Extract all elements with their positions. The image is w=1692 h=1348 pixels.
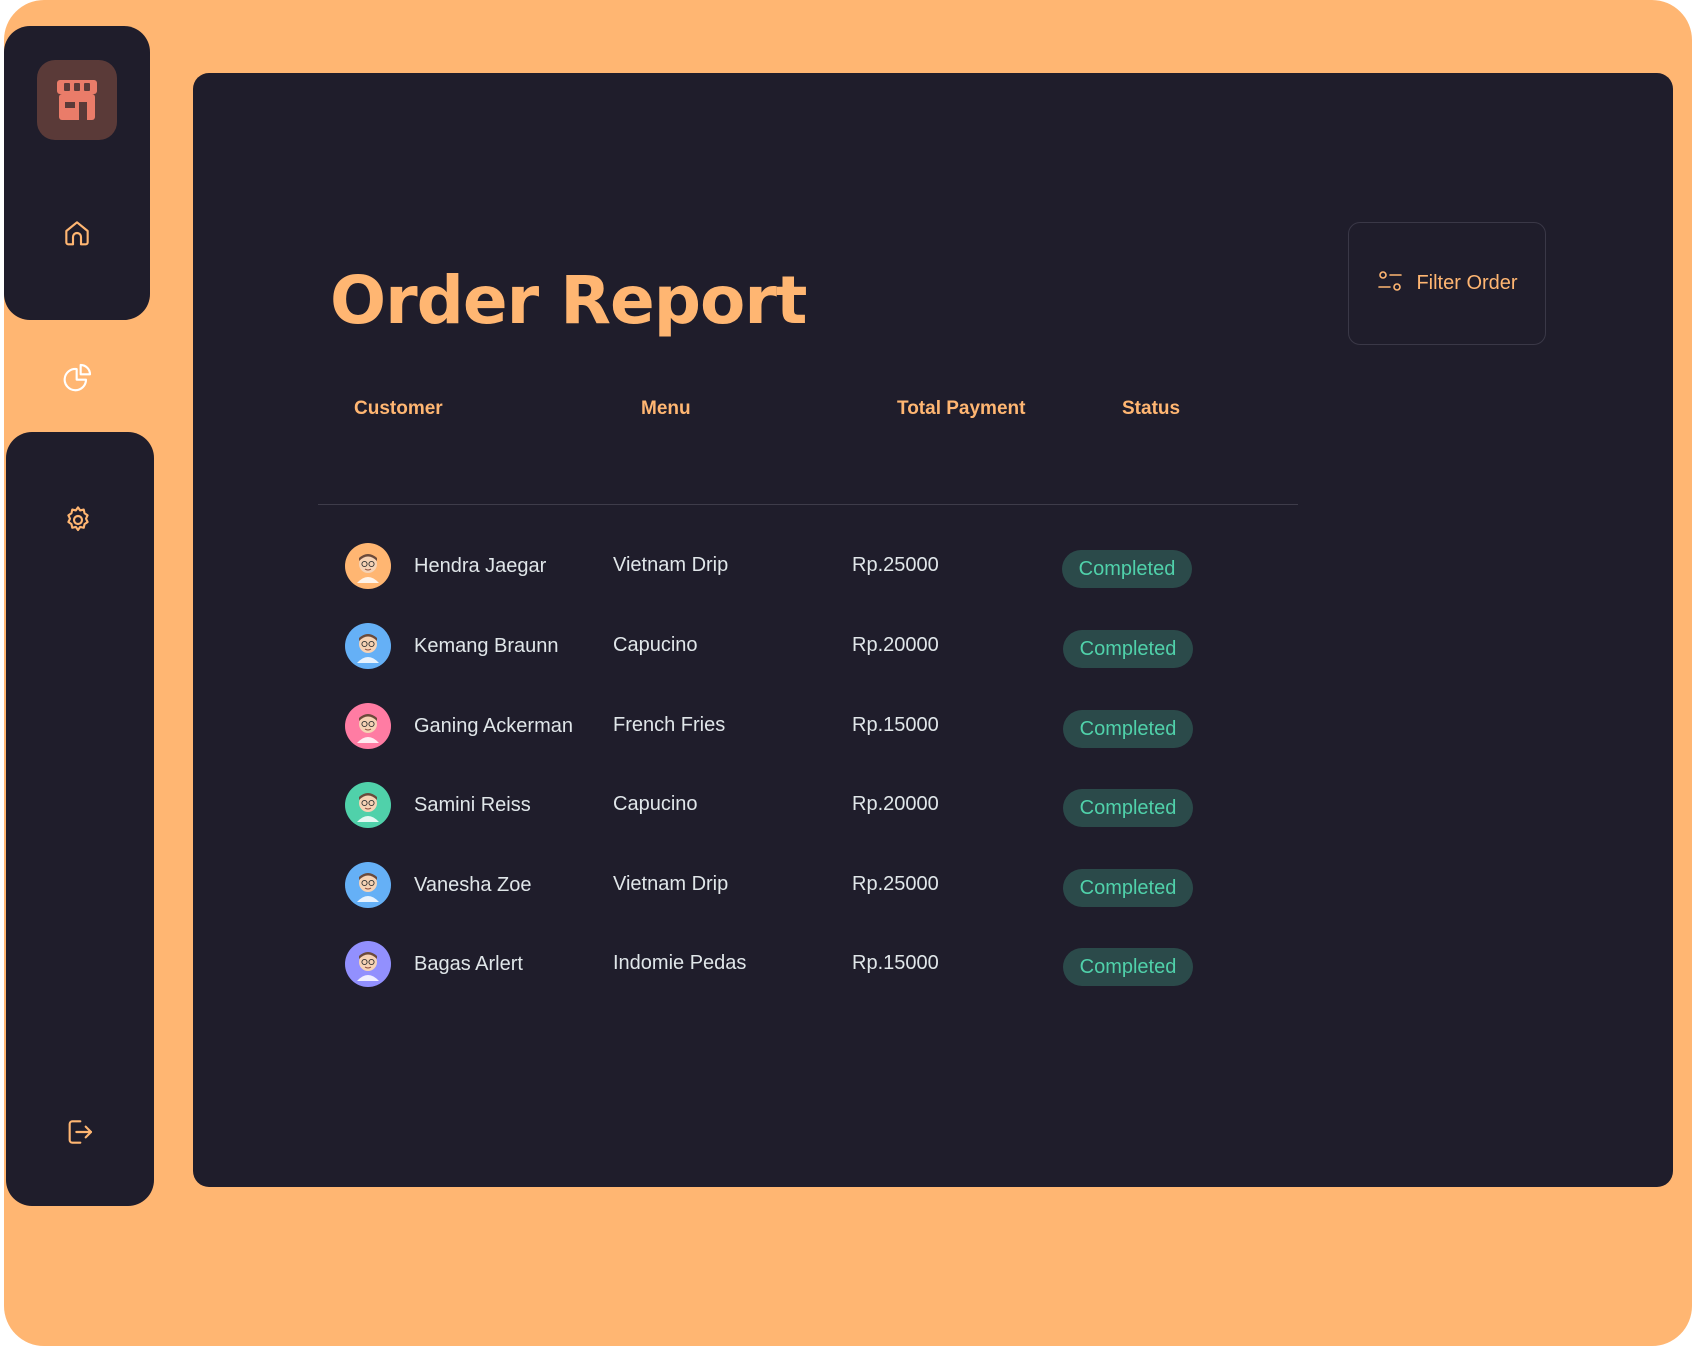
total-payment: Rp.20000 — [852, 793, 939, 815]
store-logo-icon[interactable] — [37, 60, 117, 140]
menu-item: Capucino — [613, 793, 698, 815]
customer-name: Ganing Ackerman — [414, 715, 573, 737]
total-payment: Rp.15000 — [852, 714, 939, 736]
total-payment: Rp.25000 — [852, 873, 939, 895]
table-row[interactable]: Bagas Arlert Indomie Pedas Rp.15000 Complet… — [0, 935, 1692, 995]
table-divider — [318, 504, 1298, 505]
table-row[interactable]: Samini Reiss Capucino Rp.20000 Completed — [0, 776, 1692, 836]
total-payment: Rp.25000 — [852, 554, 939, 576]
status-badge: Completed — [1063, 948, 1193, 986]
status-badge: Completed — [1062, 550, 1192, 588]
table-row[interactable]: Kemang Braunn Capucino Rp.20000 Completed — [0, 617, 1692, 677]
avatar — [345, 782, 391, 828]
customer-name: Kemang Braunn — [414, 635, 559, 657]
avatar — [345, 543, 391, 589]
menu-item: Vietnam Drip — [613, 554, 729, 576]
menu-item: Capucino — [613, 634, 698, 656]
avatar — [345, 623, 391, 669]
table-row[interactable]: Ganing Ackerman French Fries Rp.15000 Compl… — [0, 697, 1692, 757]
column-header-customer[interactable]: Customer — [354, 398, 443, 420]
home-icon[interactable] — [57, 213, 97, 253]
menu-item: French Fries — [613, 714, 726, 736]
total-payment: Rp.20000 — [852, 634, 939, 656]
avatar — [345, 862, 391, 908]
logout-icon[interactable] — [59, 1112, 99, 1152]
status-badge: Completed — [1063, 630, 1193, 668]
table-row[interactable]: Vanesha Zoe Vietnam Drip Rp.25000 Completed — [0, 856, 1692, 916]
column-header-menu[interactable]: Menu — [641, 398, 691, 420]
column-header-total-payment[interactable]: Total Payment — [897, 398, 1025, 420]
menu-item: Indomie Pedas — [613, 952, 747, 974]
page-title: Order Report — [330, 262, 807, 339]
avatar — [345, 703, 391, 749]
avatar — [345, 941, 391, 987]
menu-item: Vietnam Drip — [613, 873, 729, 895]
column-header-status[interactable]: Status — [1122, 398, 1180, 420]
customer-name: Vanesha Zoe — [414, 874, 532, 896]
customer-name: Hendra Jaegar — [414, 555, 547, 577]
sliders-icon — [1376, 267, 1404, 301]
customer-name: Bagas Arlert — [414, 953, 523, 975]
status-badge: Completed — [1063, 710, 1193, 748]
gear-icon[interactable] — [58, 500, 98, 540]
total-payment: Rp.15000 — [852, 952, 939, 974]
filter-order-button[interactable]: Filter Order — [1348, 222, 1546, 345]
filter-order-label: Filter Order — [1416, 272, 1518, 294]
status-badge: Completed — [1063, 869, 1193, 907]
table-row[interactable]: Hendra Jaegar Vietnam Drip Rp.25000 Complet… — [0, 537, 1692, 597]
customer-name: Samini Reiss — [414, 794, 531, 816]
pie-chart-icon[interactable] — [58, 357, 98, 397]
status-badge: Completed — [1063, 789, 1193, 827]
